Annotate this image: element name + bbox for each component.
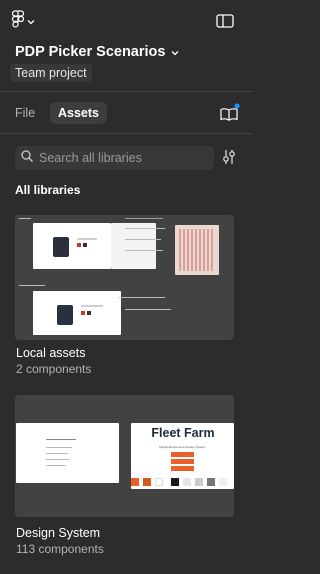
sliders-icon xyxy=(222,150,236,170)
divider xyxy=(0,133,253,134)
divider xyxy=(0,91,253,92)
thumbnail-note xyxy=(125,218,163,219)
thumbnail-frame xyxy=(33,223,111,269)
library-name[interactable]: Design System xyxy=(16,526,100,540)
top-bar xyxy=(0,0,253,44)
thumbnail-note xyxy=(125,239,161,240)
thumbnail-note xyxy=(125,309,171,310)
toggle-sidebar-button[interactable] xyxy=(216,13,236,31)
file-name: PDP Picker Scenarios xyxy=(15,44,166,60)
thumbnail-note xyxy=(125,228,165,229)
sidebar-panel-icon xyxy=(216,14,234,33)
design-system-tagline: Digital Ecommerce Design System xyxy=(159,445,206,449)
search-icon xyxy=(21,149,33,167)
local-assets-thumbnail[interactable] xyxy=(15,215,234,340)
section-title: All libraries xyxy=(15,183,81,197)
tab-file[interactable]: File xyxy=(15,104,35,122)
chevron-down-icon xyxy=(171,44,179,60)
library-component-count: 113 components xyxy=(16,542,104,556)
thumbnail-note xyxy=(125,250,163,251)
library-name[interactable]: Local assets xyxy=(16,346,85,360)
fleet-farm-logo: Fleet Farm xyxy=(151,426,215,440)
thumbnail-frame xyxy=(111,223,156,269)
thumbnail-label xyxy=(19,285,45,286)
team-library-button[interactable] xyxy=(219,103,241,123)
main-menu-button[interactable] xyxy=(11,9,35,33)
thumbnail-frame xyxy=(33,291,121,335)
chevron-down-icon xyxy=(27,12,35,30)
book-icon xyxy=(219,103,241,127)
search-bar xyxy=(15,146,214,170)
library-component-count: 2 components xyxy=(16,362,92,376)
project-badge[interactable]: Team project xyxy=(10,64,92,82)
design-system-cover: Fleet Farm Digital Ecommerce Design Syst… xyxy=(131,423,234,489)
thumbnail-frame xyxy=(16,423,119,483)
thumbnail-sticker-sheet xyxy=(175,225,219,275)
file-name-menu[interactable]: PDP Picker Scenarios xyxy=(15,44,179,60)
figma-logo-icon xyxy=(11,9,25,33)
filter-button[interactable] xyxy=(222,148,238,168)
design-system-thumbnail[interactable]: Fleet Farm Digital Ecommerce Design Syst… xyxy=(15,395,234,517)
thumbnail-note xyxy=(119,297,165,298)
thumbnail-label xyxy=(19,218,31,219)
search-input[interactable] xyxy=(39,151,209,165)
tab-assets[interactable]: Assets xyxy=(50,102,107,124)
